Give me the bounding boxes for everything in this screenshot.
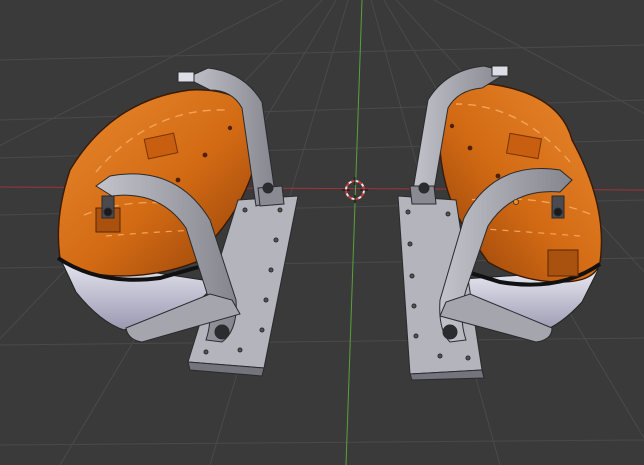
y-axis-line bbox=[345, 0, 363, 465]
viewport-canvas[interactable] bbox=[0, 0, 644, 465]
3d-viewport[interactable] bbox=[0, 0, 644, 465]
object-origin-icon[interactable] bbox=[513, 198, 520, 205]
